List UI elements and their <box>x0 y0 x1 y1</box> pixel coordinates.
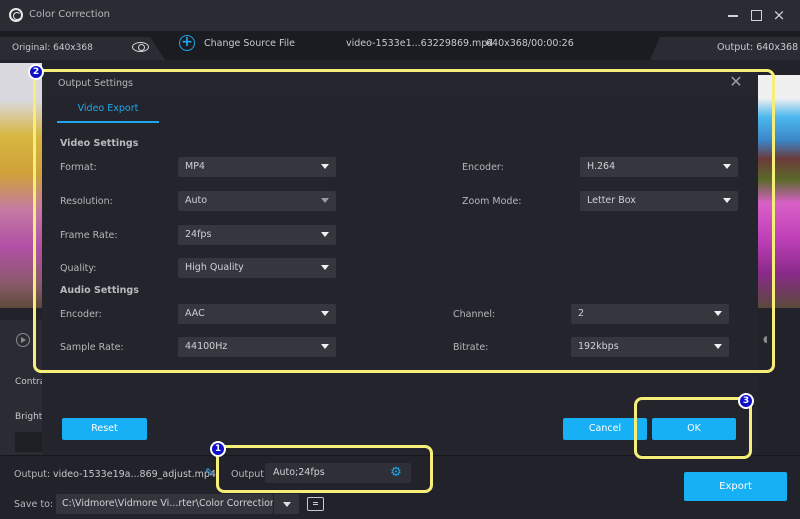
chevron-down-icon <box>321 164 329 169</box>
chevron-down-icon <box>723 164 731 169</box>
frame-rate-label: Frame Rate: <box>60 230 118 241</box>
audio-encoder-value: AAC <box>185 308 205 319</box>
video-encoder-select[interactable]: H.264 <box>580 157 738 177</box>
output-file-name: video-1533e19a...869_adjust.mp4 <box>53 469 216 480</box>
output-settings-value: Auto;24fps <box>273 467 325 478</box>
save-to-dropdown-button[interactable] <box>273 494 299 514</box>
edit-pencil-icon[interactable]: ✎ <box>205 467 215 478</box>
chevron-down-icon <box>321 311 329 316</box>
source-file-name: video-1533e1...63229869.mp4 <box>346 38 494 49</box>
audio-settings-heading: Audio Settings <box>60 285 139 296</box>
zoom-mode-select[interactable]: Letter Box <box>580 191 738 211</box>
sample-rate-value: 44100Hz <box>185 341 228 352</box>
app-logo-icon <box>9 8 23 22</box>
zoom-mode-label: Zoom Mode: <box>462 196 522 207</box>
maximize-button[interactable] <box>747 6 765 24</box>
step-badge-2: 2 <box>28 64 44 80</box>
original-preview-image <box>0 63 42 308</box>
dialog-title: Output Settings <box>58 78 133 89</box>
quality-value: High Quality <box>185 262 244 273</box>
chevron-down-icon <box>321 232 329 237</box>
chevron-down-icon <box>714 311 722 316</box>
save-to-path: C:\Vidmore\Vidmore Vi...rter\Color Corre… <box>62 498 276 509</box>
audio-encoder-label: Encoder: <box>60 309 102 320</box>
output-settings-dialog: Output Settings ✕ Video Export Video Set… <box>42 70 758 455</box>
cancel-button[interactable]: Cancel <box>563 418 647 440</box>
video-settings-heading: Video Settings <box>60 138 139 149</box>
frame-rate-select[interactable]: 24fps <box>178 225 336 245</box>
resolution-label: Resolution: <box>60 196 113 207</box>
eye-icon[interactable] <box>132 42 149 52</box>
change-source-file-button[interactable]: Change Source File <box>204 38 295 49</box>
quality-select[interactable]: High Quality <box>178 258 336 278</box>
close-window-button[interactable]: × <box>770 6 788 24</box>
add-circle-icon[interactable]: + <box>179 35 195 51</box>
format-value: MP4 <box>185 161 205 172</box>
save-to-path-field[interactable]: C:\Vidmore\Vidmore Vi...rter\Color Corre… <box>56 494 276 514</box>
quality-label: Quality: <box>60 263 97 274</box>
format-select[interactable]: MP4 <box>178 157 336 177</box>
channel-select[interactable]: 2 <box>571 304 729 324</box>
brightness-input[interactable] <box>15 432 42 452</box>
chevron-down-icon <box>321 198 329 203</box>
chevron-down-icon <box>723 198 731 203</box>
output-resolution: Output: 640x368 <box>717 42 799 53</box>
step-badge-1: 1 <box>210 441 226 457</box>
channel-value: 2 <box>578 308 585 319</box>
frame-rate-value: 24fps <box>185 229 212 240</box>
video-encoder-label: Encoder: <box>462 162 504 173</box>
chevron-down-icon <box>714 344 722 349</box>
resolution-select[interactable]: Auto <box>178 191 336 211</box>
reset-button[interactable]: Reset <box>62 418 147 440</box>
play-icon[interactable] <box>16 333 30 347</box>
output-settings-label: Output: <box>231 469 268 480</box>
dialog-header: Output Settings ✕ <box>42 70 758 95</box>
sample-rate-label: Sample Rate: <box>60 342 124 353</box>
bitrate-label: Bitrate: <box>453 342 489 353</box>
dialog-close-icon[interactable]: ✕ <box>728 74 744 90</box>
zoom-mode-value: Letter Box <box>587 195 636 206</box>
volume-icon[interactable]: ◖ <box>763 335 773 345</box>
chevron-down-icon <box>321 344 329 349</box>
title-bar: Color Correction × <box>0 0 800 31</box>
ok-button[interactable]: OK <box>652 418 736 440</box>
video-encoder-value: H.264 <box>587 161 616 172</box>
save-to-label: Save to: <box>14 499 54 510</box>
bitrate-value: 192kbps <box>578 341 619 352</box>
original-resolution: Original: 640x368 <box>12 43 93 53</box>
sample-rate-select[interactable]: 44100Hz <box>178 337 336 357</box>
format-label: Format: <box>60 162 97 173</box>
folder-icon[interactable] <box>307 497 324 511</box>
bitrate-select[interactable]: 192kbps <box>571 337 729 357</box>
chevron-down-icon <box>321 265 329 270</box>
export-button[interactable]: Export <box>684 472 787 501</box>
resolution-value: Auto <box>185 195 208 206</box>
window-title: Color Correction <box>29 9 111 20</box>
step-badge-3: 3 <box>738 393 754 409</box>
contrast-label: Contra <box>15 377 46 387</box>
tab-video-export[interactable]: Video Export <box>57 103 159 123</box>
output-file-label: Output: <box>14 469 51 480</box>
audio-encoder-select[interactable]: AAC <box>178 304 336 324</box>
minimize-button[interactable] <box>724 6 742 24</box>
gear-icon[interactable]: ⚙ <box>390 466 402 479</box>
source-file-meta: 640x368/00:00:26 <box>486 38 574 49</box>
channel-label: Channel: <box>453 309 496 320</box>
output-preview-image <box>758 75 800 308</box>
